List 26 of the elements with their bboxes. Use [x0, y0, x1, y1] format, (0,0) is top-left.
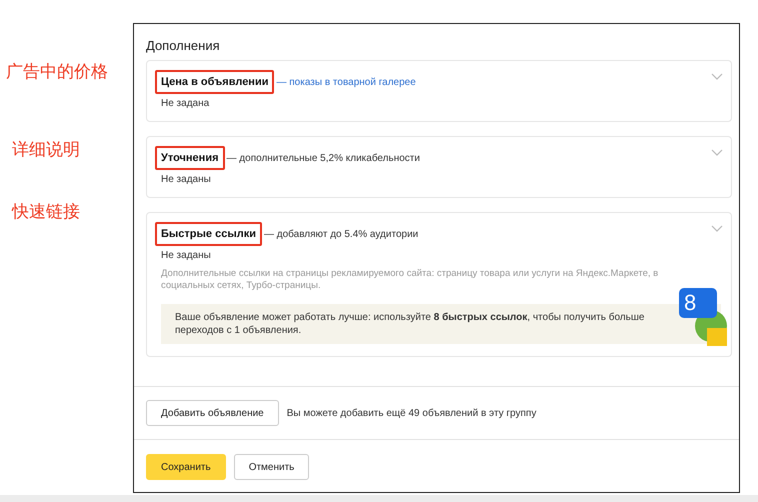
status-text: Не заданы	[161, 174, 211, 185]
chevron-icon[interactable]	[711, 225, 723, 233]
hint-text: — дополнительные 5,2% кликабельности	[226, 152, 420, 164]
card-title: Уточнения	[155, 146, 225, 170]
status-text: Не задана	[161, 98, 210, 109]
hint-text: — добавляют до 5.4% аудитории	[264, 228, 418, 240]
extension-card[interactable]: Цена в объявлении — показы в товарной галерее Не задана	[146, 60, 732, 122]
add-ad-button[interactable]: Добавить объявление	[146, 400, 279, 426]
chevron-icon[interactable]	[711, 73, 723, 81]
save-button[interactable]: Сохранить	[146, 454, 226, 480]
annotation-label: 广告中的价格	[6, 62, 108, 82]
badge-count: 8	[679, 288, 717, 318]
description-text: Дополнительные ссылки на страницы рекламируемого сайта: страницу товара или услуги на Яндекс.Маркете, в социальных сетях, Турбо-страницы.	[161, 268, 660, 292]
tip-text: Ваше объявление может работать лучше: используйте 8 быстрых ссылок, чтобы получить больше переходов с 1 объявления.	[175, 311, 646, 337]
extension-card[interactable]: Уточнения — дополнительные 5,2% кликабельности Не заданы	[146, 136, 732, 198]
annotation-label: 详细说明	[12, 140, 80, 160]
chevron-icon[interactable]	[711, 149, 723, 157]
status-text: Не заданы	[161, 250, 211, 261]
add-note: Вы можете добавить ещё 49 объявлений в эту группу	[286, 408, 536, 418]
annotation-label: 快速链接	[12, 202, 80, 222]
extension-card[interactable]	[146, 212, 732, 357]
card-title: Быстрые ссылки	[155, 222, 262, 246]
card-title: Цена в объявлении	[155, 70, 274, 94]
section-title: Дополнения	[146, 38, 220, 53]
cancel-button[interactable]: Отменить	[234, 454, 310, 480]
hint-link[interactable]: — показы в товарной галерее	[276, 76, 416, 88]
